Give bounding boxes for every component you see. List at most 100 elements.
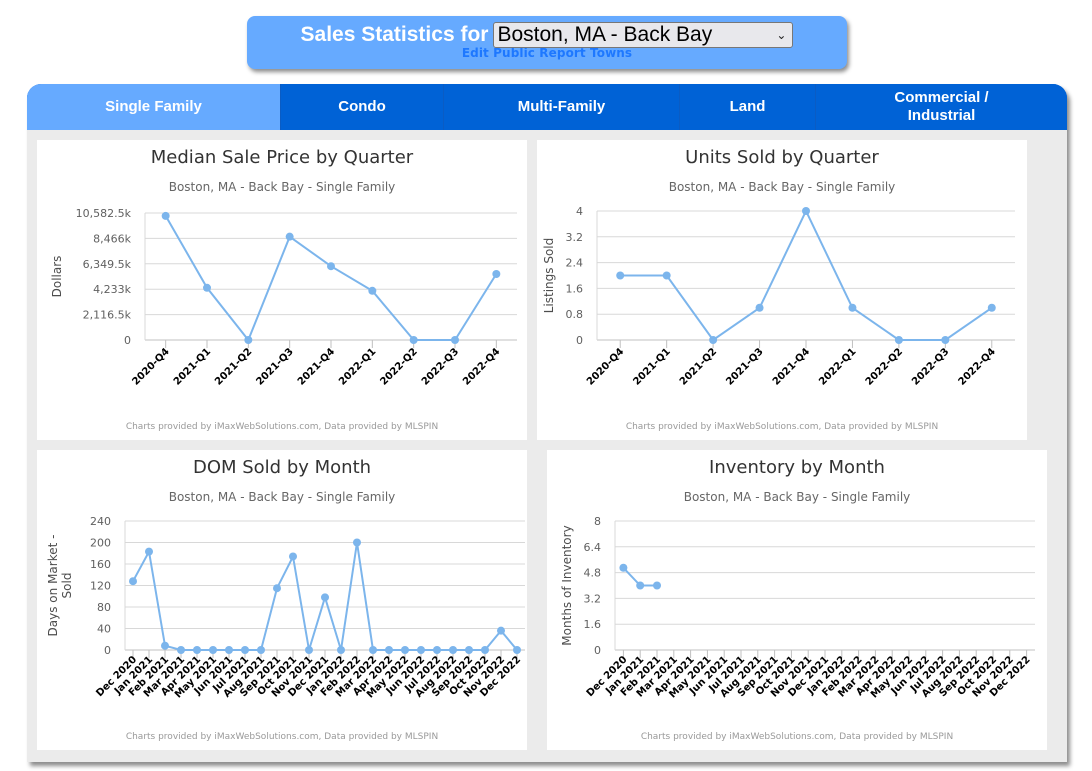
x-tick-label: 2022-Q2 — [378, 346, 419, 387]
chart-subtitle: Boston, MA - Back Bay - Single Family — [684, 490, 911, 504]
data-point — [662, 271, 671, 280]
y-tick-label: 4.8 — [584, 567, 602, 580]
median-price-chart: Median Sale Price by Quarter Boston, MA -… — [50, 147, 517, 432]
tab-commercial-industrial[interactable]: Commercial / Industrial — [816, 84, 1067, 130]
data-point — [225, 646, 233, 654]
data-point — [369, 646, 377, 654]
data-point — [385, 646, 393, 654]
town-select-value: Boston, MA - Back Bay — [497, 23, 713, 46]
tab-single-family[interactable]: Single Family — [27, 84, 281, 130]
x-tick-label: 2022-Q4 — [957, 346, 998, 387]
header-title: Sales Statistics for — [300, 23, 489, 46]
x-tick-label: 2022-Q3 — [420, 346, 461, 387]
chart-credits: Charts provided by iMaxWebSolutions.com,… — [126, 732, 438, 742]
x-tick-label: 2021-Q2 — [213, 346, 254, 387]
x-tick-label: 2021-Q4 — [296, 346, 337, 387]
y-tick-label: 0 — [594, 644, 601, 657]
property-type-tabs: Single Family Condo Multi-Family Land Co… — [27, 84, 1067, 130]
y-axis-title-line: Sold — [60, 573, 74, 599]
y-axis-title-line: Days on Market - — [46, 535, 60, 637]
inventory-chart: Inventory by Month Boston, MA - Back Bay … — [560, 457, 1035, 742]
chart-subtitle: Boston, MA - Back Bay - Single Family — [169, 490, 396, 504]
data-point — [244, 336, 253, 344]
x-tick-label: 2021-Q3 — [724, 346, 765, 387]
chart-credits: Charts provided by iMaxWebSolutions.com,… — [626, 422, 938, 432]
x-tick-label: 2020-Q4 — [130, 346, 171, 387]
y-tick-label: 6,349.5k — [83, 258, 132, 271]
data-point — [492, 269, 501, 278]
series-line — [164, 215, 498, 342]
data-point — [513, 646, 521, 654]
data-point — [401, 646, 409, 654]
data-point — [161, 211, 170, 220]
y-axis-title: Dollars — [50, 256, 64, 298]
y-tick-label: 200 — [90, 537, 111, 550]
chart-credits: Charts provided by iMaxWebSolutions.com,… — [641, 732, 953, 742]
x-tick-label: 2021-Q3 — [254, 346, 295, 387]
data-point — [619, 563, 628, 572]
chart-card-dom-sold: DOM Sold by Month Boston, MA - Back Bay -… — [37, 450, 527, 750]
data-point — [417, 646, 425, 654]
data-point — [987, 303, 996, 312]
data-point — [337, 646, 345, 654]
tab-condo[interactable]: Condo — [281, 84, 444, 130]
units-sold-chart: Units Sold by Quarter Boston, MA - Back B… — [542, 147, 1015, 432]
y-tick-label: 2,116.5k — [83, 309, 132, 322]
y-tick-label: 3.2 — [566, 231, 584, 244]
y-tick-label: 240 — [90, 515, 111, 528]
data-point — [481, 646, 489, 654]
tab-land[interactable]: Land — [680, 84, 816, 130]
y-tick-label: 0 — [124, 334, 131, 347]
y-tick-label: 120 — [90, 580, 111, 593]
stats-panel: Single Family Condo Multi-Family Land Co… — [27, 84, 1067, 762]
data-point — [285, 232, 294, 241]
data-point — [129, 577, 137, 586]
data-point — [177, 646, 185, 654]
y-axis-title: Days on Market - Sold — [46, 535, 74, 637]
x-tick-label: 2022-Q4 — [461, 346, 502, 387]
data-point — [145, 547, 153, 556]
y-tick-label: 1.6 — [566, 282, 584, 295]
data-point — [241, 646, 249, 654]
dom-sold-chart: DOM Sold by Month Boston, MA - Back Bay -… — [46, 457, 525, 742]
data-point — [257, 646, 265, 654]
data-point — [433, 646, 441, 654]
y-tick-label: 3.2 — [584, 592, 602, 605]
x-tick-label: 2020-Q4 — [585, 346, 626, 387]
chart-card-units-sold: Units Sold by Quarter Boston, MA - Back B… — [537, 140, 1027, 440]
report-header: Sales Statistics for Boston, MA - Back B… — [247, 16, 847, 69]
data-point — [709, 336, 718, 344]
tab-multi-family[interactable]: Multi-Family — [444, 84, 680, 130]
chart-subtitle: Boston, MA - Back Bay - Single Family — [169, 180, 396, 194]
y-tick-label: 8,466k — [93, 232, 131, 245]
chevron-down-icon: ⌄ — [776, 28, 787, 42]
data-point — [941, 336, 950, 344]
data-point — [193, 646, 201, 654]
y-tick-label: 80 — [97, 601, 111, 614]
data-point — [451, 336, 459, 344]
chart-title: Inventory by Month — [709, 457, 885, 478]
data-point — [305, 646, 313, 654]
data-point — [616, 271, 625, 280]
y-tick-label: 160 — [90, 558, 111, 571]
y-axis-title: Months of Inventory — [560, 525, 574, 645]
data-point — [368, 286, 377, 295]
y-tick-label: 1.6 — [584, 618, 602, 631]
y-tick-label: 8 — [594, 515, 601, 528]
y-tick-label: 6.4 — [584, 541, 602, 554]
y-tick-label: 2.4 — [566, 257, 584, 270]
y-axis-title: Listings Sold — [542, 238, 556, 314]
data-point — [327, 262, 335, 271]
data-point — [802, 207, 810, 215]
data-point — [289, 552, 297, 561]
chart-title: Median Sale Price by Quarter — [151, 147, 414, 168]
data-point — [653, 581, 661, 590]
data-point — [894, 336, 903, 344]
data-point — [273, 584, 281, 593]
x-tick-label: 2022-Q2 — [864, 346, 905, 387]
x-tick-label: 2021-Q2 — [678, 346, 719, 387]
town-select[interactable]: Boston, MA - Back Bay ⌄ — [493, 22, 794, 48]
x-tick-label: 2021-Q4 — [771, 346, 812, 387]
edit-public-report-towns-link[interactable]: Edit Public Report Towns — [247, 46, 847, 60]
y-tick-label: 4,233k — [93, 283, 131, 296]
